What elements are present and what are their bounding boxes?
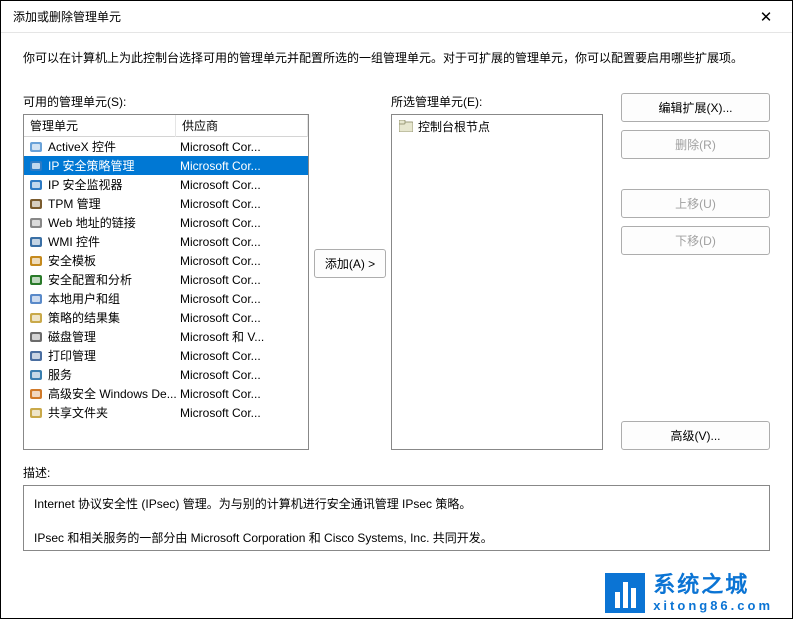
watermark-text-en: xitong86.com — [653, 599, 773, 612]
description-label: 描述: — [23, 464, 770, 481]
list-row[interactable]: TPM 管理 Microsoft Cor... — [24, 194, 308, 213]
watermark: 系统之城 xitong86.com — [605, 573, 773, 613]
list-row[interactable]: ActiveX 控件 Microsoft Cor... — [24, 137, 308, 156]
gear-icon — [28, 235, 44, 249]
list-row-vendor: Microsoft 和 V... — [176, 327, 308, 346]
description-line2: IPsec 和相关服务的一部分由 Microsoft Corporation 和… — [34, 528, 759, 548]
list-row-vendor: Microsoft Cor... — [176, 310, 308, 326]
list-row-vendor: Microsoft Cor... — [176, 272, 308, 288]
list-row-name: 打印管理 — [48, 347, 96, 364]
list-row-name: 高级安全 Windows De... — [48, 385, 176, 402]
folder-icon — [398, 119, 414, 133]
disk-icon — [28, 330, 44, 344]
list-row-name: 本地用户和组 — [48, 290, 120, 307]
edit-extensions-button[interactable]: 编辑扩展(X)... — [621, 93, 770, 122]
advanced-button[interactable]: 高级(V)... — [621, 421, 770, 450]
list-row[interactable]: 共享文件夹 Microsoft Cor... — [24, 403, 308, 422]
list-row-name: 策略的结果集 — [48, 309, 120, 326]
list-row[interactable]: 策略的结果集 Microsoft Cor... — [24, 308, 308, 327]
remove-button[interactable]: 删除(R) — [621, 130, 770, 159]
list-row[interactable]: 本地用户和组 Microsoft Cor... — [24, 289, 308, 308]
available-listbox[interactable]: 管理单元 供应商 ActiveX 控件Microsoft Cor...IP 安全… — [23, 114, 309, 450]
list-row[interactable]: IP 安全监视器 Microsoft Cor... — [24, 175, 308, 194]
analysis-icon — [28, 273, 44, 287]
list-header: 管理单元 供应商 — [24, 115, 308, 137]
services-icon — [28, 368, 44, 382]
list-row-vendor: Microsoft Cor... — [176, 158, 308, 174]
tree-root[interactable]: 控制台根节点 — [394, 117, 600, 135]
share-icon — [28, 406, 44, 420]
list-row-name: TPM 管理 — [48, 195, 101, 212]
list-header-name[interactable]: 管理单元 — [24, 114, 176, 137]
chip-icon — [28, 197, 44, 211]
list-row-name: ActiveX 控件 — [48, 138, 116, 155]
list-row[interactable]: WMI 控件 Microsoft Cor... — [24, 232, 308, 251]
window-icon — [28, 140, 44, 154]
move-down-button[interactable]: 下移(D) — [621, 226, 770, 255]
monitor-icon — [28, 178, 44, 192]
firewall-icon — [28, 387, 44, 401]
intro-text: 你可以在计算机上为此控制台选择可用的管理单元并配置所选的一组管理单元。对于可扩展… — [23, 49, 770, 67]
list-row-name: IP 安全策略管理 — [48, 157, 134, 174]
template-icon — [28, 254, 44, 268]
list-row-name: IP 安全监视器 — [48, 176, 122, 193]
list-row-vendor: Microsoft Cor... — [176, 215, 308, 231]
list-header-vendor[interactable]: 供应商 — [176, 114, 308, 137]
list-row[interactable]: IP 安全策略管理 Microsoft Cor... — [24, 156, 308, 175]
list-row[interactable]: Web 地址的链接 Microsoft Cor... — [24, 213, 308, 232]
list-row-name: 安全配置和分析 — [48, 271, 132, 288]
available-label: 可用的管理单元(S): — [23, 93, 309, 110]
policy-icon — [28, 311, 44, 325]
list-row-name: WMI 控件 — [48, 233, 100, 250]
list-row-vendor: Microsoft Cor... — [176, 386, 308, 402]
move-up-button[interactable]: 上移(U) — [621, 189, 770, 218]
window-title: 添加或删除管理单元 — [13, 8, 121, 25]
list-row[interactable]: 打印管理 Microsoft Cor... — [24, 346, 308, 365]
watermark-text-cn: 系统之城 — [653, 574, 773, 596]
selected-treebox[interactable]: 控制台根节点 — [391, 114, 603, 450]
list-row-name: 安全模板 — [48, 252, 96, 269]
link-icon — [28, 216, 44, 230]
list-row-vendor: Microsoft Cor... — [176, 367, 308, 383]
list-row-vendor: Microsoft Cor... — [176, 234, 308, 250]
list-row[interactable]: 安全配置和分析 Microsoft Cor... — [24, 270, 308, 289]
close-button[interactable]: ✕ — [744, 3, 788, 31]
list-row-vendor: Microsoft Cor... — [176, 177, 308, 193]
shield-icon — [28, 159, 44, 173]
printer-icon — [28, 349, 44, 363]
list-row-name: 服务 — [48, 366, 72, 383]
list-row-vendor: Microsoft Cor... — [176, 291, 308, 307]
list-row[interactable]: 高级安全 Windows De...Microsoft Cor... — [24, 384, 308, 403]
list-row-vendor: Microsoft Cor... — [176, 139, 308, 155]
list-row-vendor: Microsoft Cor... — [176, 405, 308, 421]
watermark-logo-icon — [605, 573, 645, 613]
users-icon — [28, 292, 44, 306]
list-row-name: Web 地址的链接 — [48, 214, 136, 231]
list-row[interactable]: 安全模板 Microsoft Cor... — [24, 251, 308, 270]
list-row[interactable]: 磁盘管理 Microsoft 和 V... — [24, 327, 308, 346]
description-line1: Internet 协议安全性 (IPsec) 管理。为与别的计算机进行安全通讯管… — [34, 494, 759, 514]
add-button[interactable]: 添加(A) > — [314, 249, 386, 278]
tree-root-label: 控制台根节点 — [418, 118, 490, 135]
list-row-vendor: Microsoft Cor... — [176, 196, 308, 212]
list-row-name: 共享文件夹 — [48, 404, 108, 421]
selected-label: 所选管理单元(E): — [391, 93, 603, 110]
list-row-vendor: Microsoft Cor... — [176, 253, 308, 269]
list-row[interactable]: 服务 Microsoft Cor... — [24, 365, 308, 384]
list-row-name: 磁盘管理 — [48, 328, 96, 345]
description-box: Internet 协议安全性 (IPsec) 管理。为与别的计算机进行安全通讯管… — [23, 485, 770, 551]
list-row-vendor: Microsoft Cor... — [176, 348, 308, 364]
